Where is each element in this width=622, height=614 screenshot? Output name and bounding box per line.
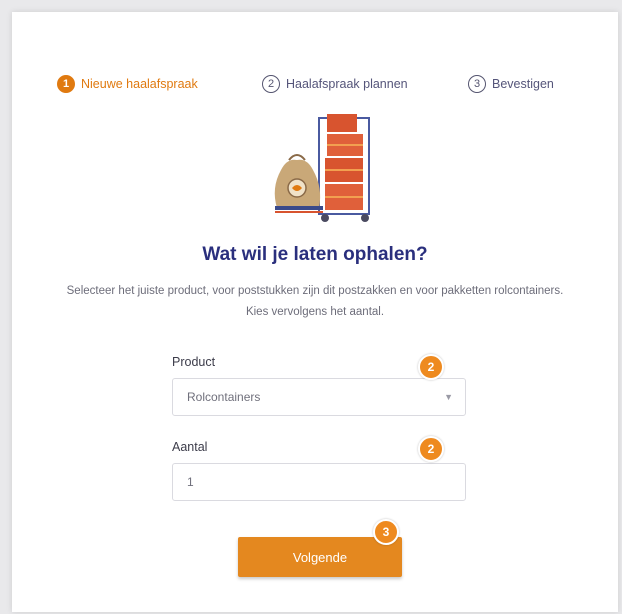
step-label-1: Nieuwe haalafspraak <box>81 77 198 91</box>
product-select-value: Rolcontainers <box>187 390 261 404</box>
page-description: Selecteer het juiste product, voor posts… <box>66 285 564 318</box>
step-label-2: Haalafspraak plannen <box>286 77 408 91</box>
step-number-3: 3 <box>468 75 486 93</box>
amount-input-value: 1 <box>187 475 194 489</box>
wheel-right <box>361 214 369 222</box>
annotation-badge-product: 2 <box>418 354 444 380</box>
chevron-down-icon: ▼ <box>444 392 453 402</box>
progress-stepper: 1 Nieuwe haalafspraak 2 Haalafspraak pla… <box>12 75 618 99</box>
product-select[interactable]: Rolcontainers ▼ <box>172 378 466 416</box>
step-confirm[interactable]: 3 Bevestigen <box>468 75 554 93</box>
annotation-badge-amount: 2 <box>418 436 444 462</box>
next-button[interactable]: Volgende <box>238 537 402 577</box>
amount-input[interactable]: 1 <box>172 463 466 501</box>
annotation-badge-next: 3 <box>373 519 399 545</box>
mailbag-and-roll-container-illustration <box>274 114 370 222</box>
step-plan-pickup[interactable]: 2 Haalafspraak plannen <box>262 75 408 93</box>
step-label-3: Bevestigen <box>492 77 554 91</box>
step-number-2: 2 <box>262 75 280 93</box>
step-new-pickup[interactable]: 1 Nieuwe haalafspraak <box>57 75 198 93</box>
amount-label: Aantal <box>172 440 208 454</box>
page-title: Wat wil je laten ophalen? <box>202 244 428 265</box>
step-number-1: 1 <box>57 75 75 93</box>
parcel-top <box>327 114 357 132</box>
product-label: Product <box>172 355 216 369</box>
wheel-left <box>321 214 329 222</box>
page-card: 1 Nieuwe haalafspraak 2 Haalafspraak pla… <box>12 12 618 612</box>
